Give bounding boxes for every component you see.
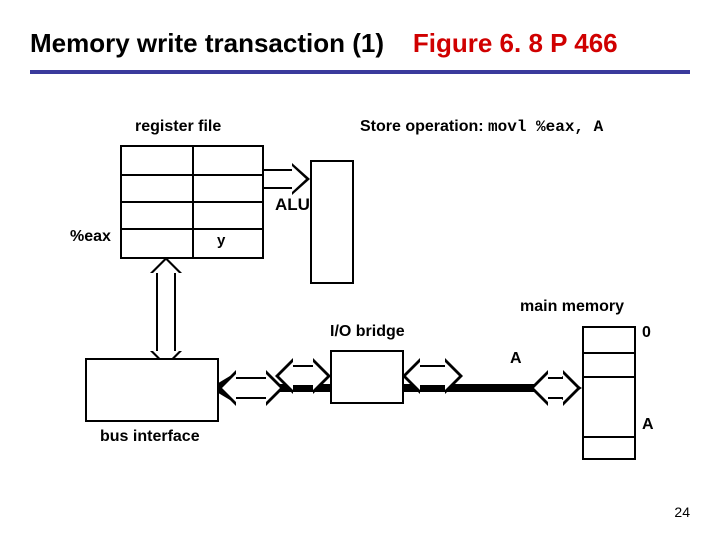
title-part2: Figure 6. 8 P 466	[413, 28, 618, 58]
register-file-label: register file	[135, 118, 221, 136]
main-memory-box	[582, 326, 636, 460]
alu-box	[310, 160, 354, 284]
store-operation-label: Store operation: movl %eax, A	[360, 118, 603, 136]
register-eax-label: %eax	[70, 228, 111, 246]
main-memory-label: main memory	[520, 298, 624, 316]
io-bridge-label: I/O bridge	[330, 323, 405, 341]
memory-index-a: A	[642, 416, 654, 434]
register-file-box: y	[120, 145, 264, 259]
register-col-divider	[192, 147, 194, 257]
memory-connector-arrow	[530, 370, 581, 406]
memory-cell-divider	[584, 352, 634, 354]
alu-label: ALU	[275, 195, 310, 215]
memory-index-0: 0	[642, 324, 651, 342]
io-bridge-right-arrow	[402, 358, 463, 394]
bus-interface-box	[85, 358, 219, 422]
slide-title: Memory write transaction (1) Figure 6. 8…	[30, 28, 618, 59]
store-op-code: movl %eax, A	[488, 118, 603, 136]
title-divider	[30, 70, 690, 74]
title-part1: Memory write transaction (1)	[30, 28, 384, 58]
page-number: 24	[674, 504, 690, 520]
io-bridge-left-arrow	[275, 358, 331, 394]
regfile-to-alu-arrow	[262, 163, 310, 195]
store-op-prefix: Store operation:	[360, 118, 484, 135]
bus-address-a-label: A	[510, 350, 522, 368]
memory-cell-divider	[584, 436, 634, 438]
memory-cell-divider	[584, 376, 634, 378]
io-bridge-box	[330, 350, 404, 404]
regfile-bus-double-arrow	[150, 257, 182, 367]
register-value-y: y	[217, 232, 225, 249]
bus-interface-label: bus interface	[100, 428, 200, 446]
